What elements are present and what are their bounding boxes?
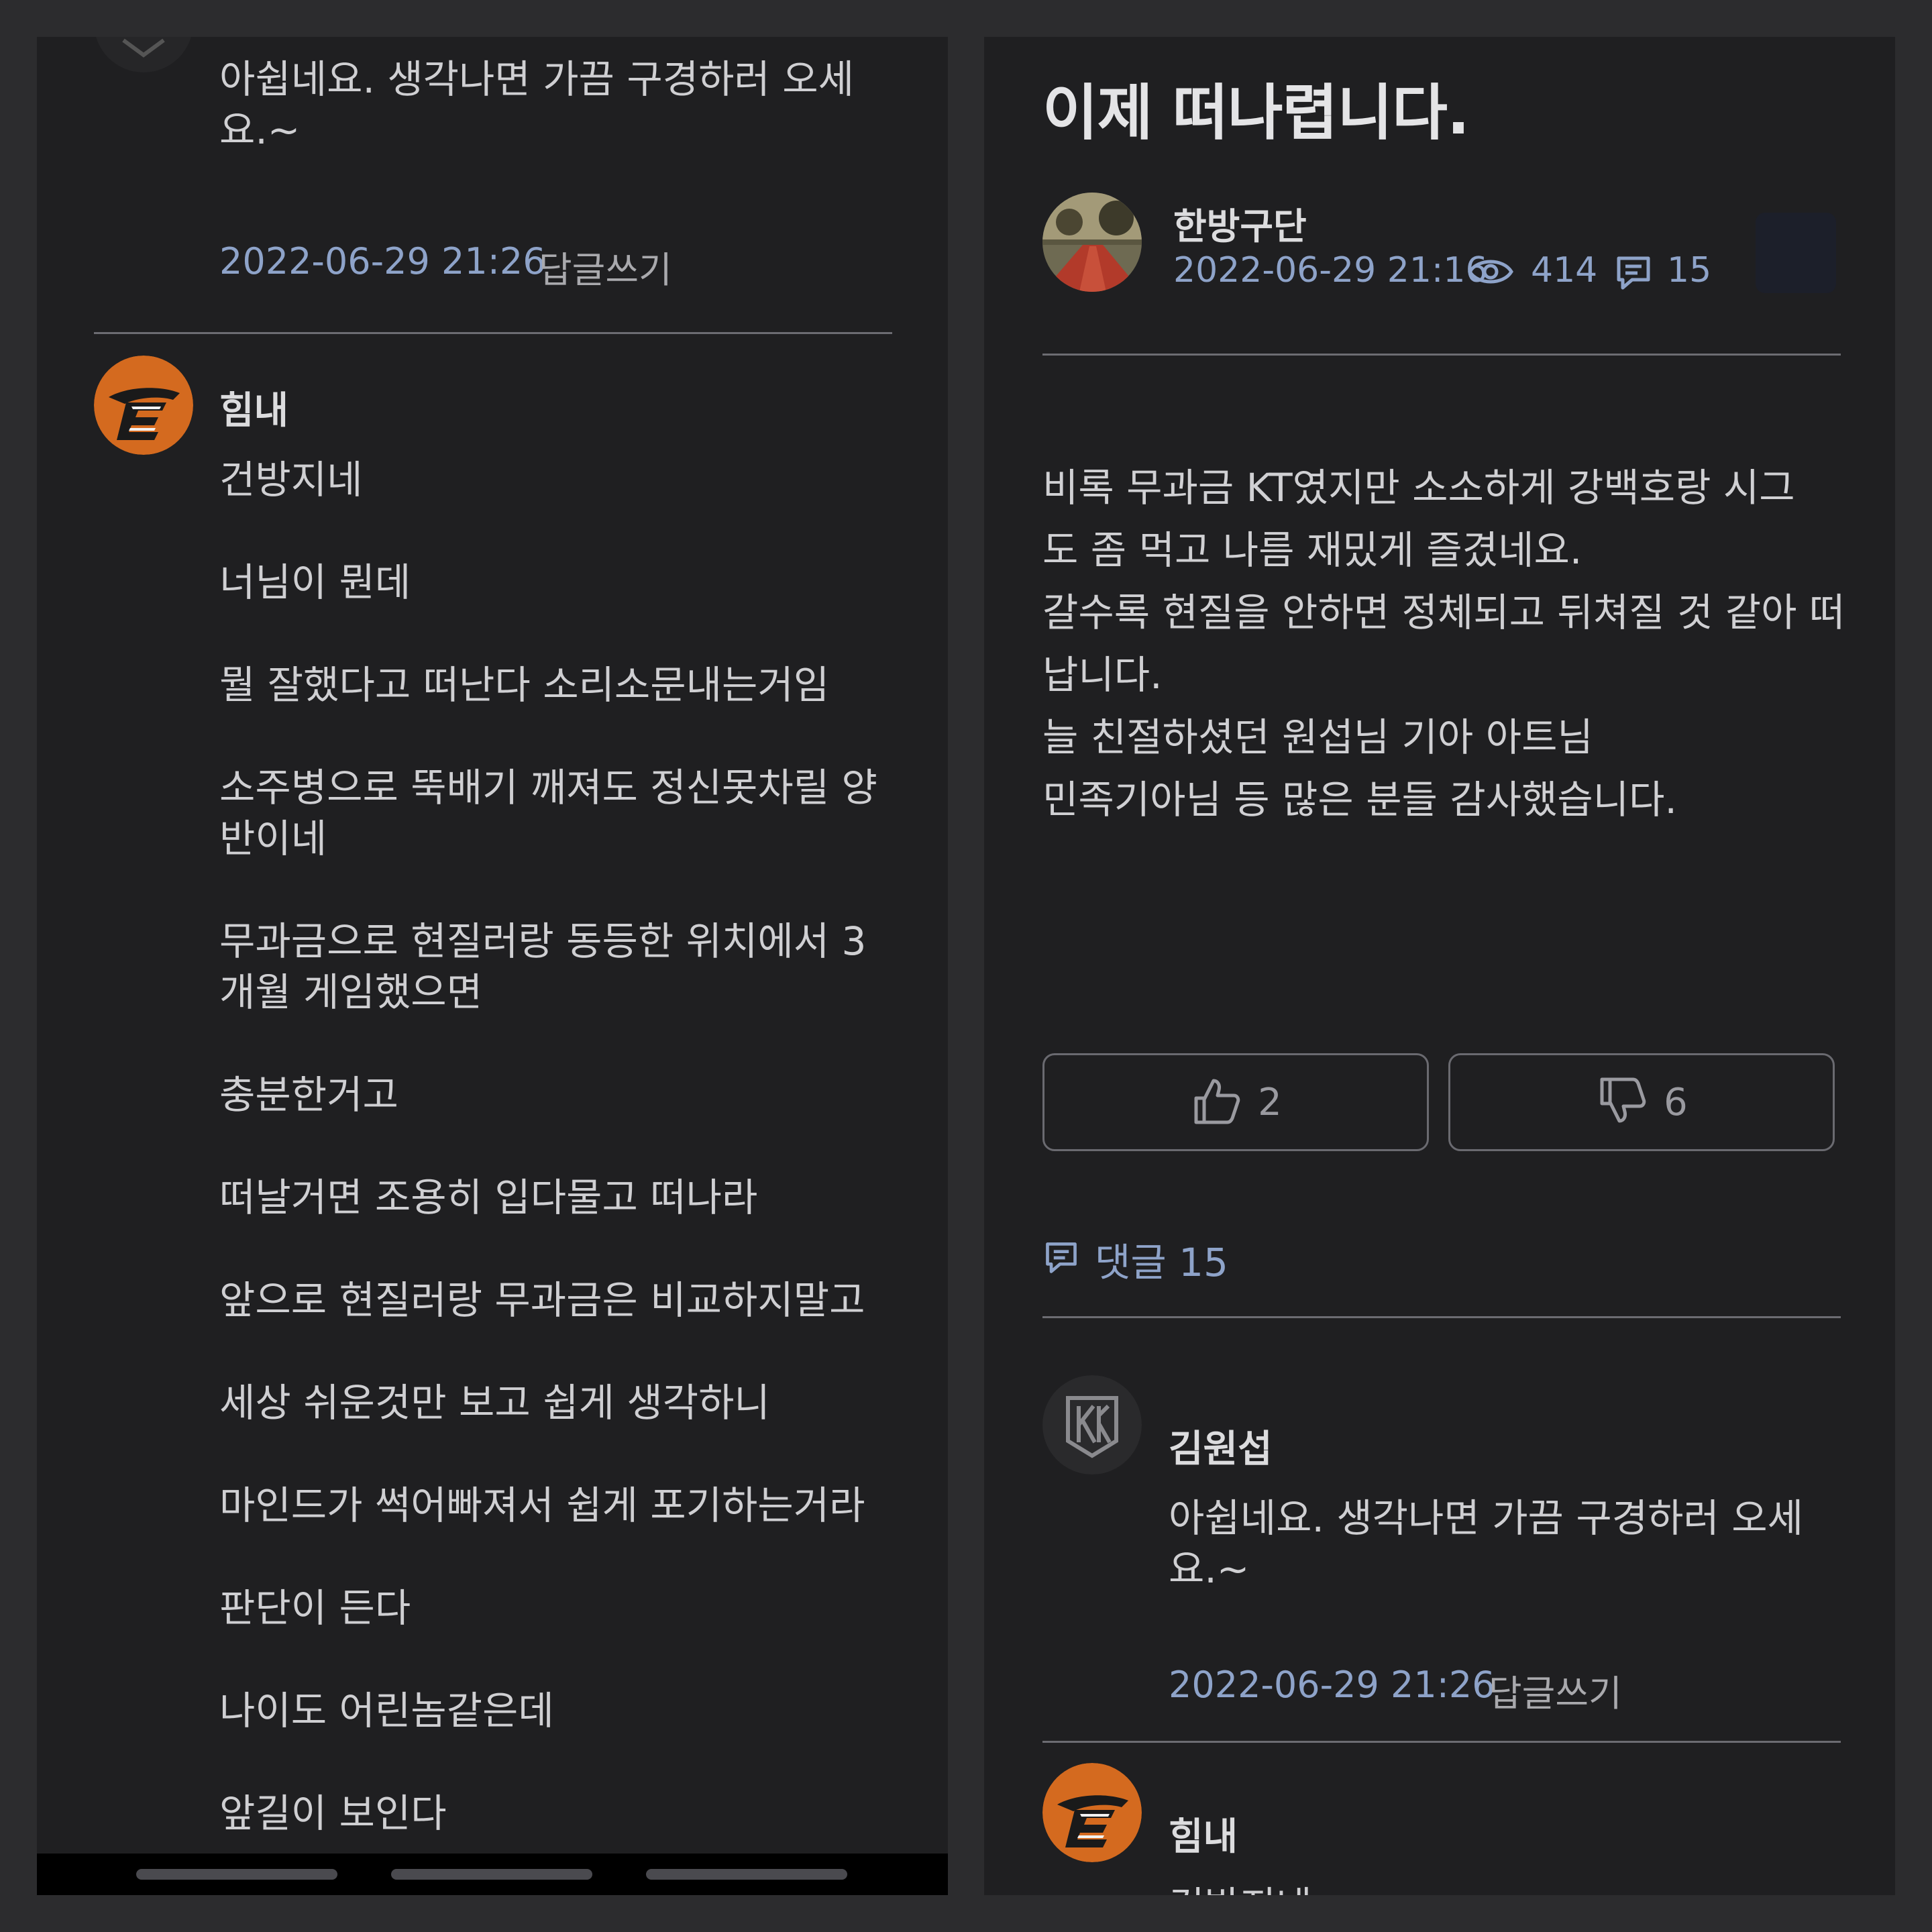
- comment-line: 판단이 든다: [219, 1585, 411, 1631]
- like-count: 2: [1258, 1080, 1282, 1124]
- more-button[interactable]: [1756, 213, 1836, 293]
- comments-header: 댓글 15: [1042, 1231, 1228, 1287]
- view-count: 414: [1531, 250, 1598, 290]
- reply-button[interactable]: 답글쓰기: [539, 240, 672, 293]
- nav-pill[interactable]: [646, 1869, 847, 1880]
- thumbs-up-icon: [1189, 1074, 1243, 1130]
- comment-author[interactable]: 힘내: [1169, 1807, 1238, 1861]
- post-author[interactable]: 한방구단: [1173, 197, 1307, 250]
- eagles-logo-icon[interactable]: [1042, 1763, 1142, 1862]
- comment-count: 15: [1667, 250, 1712, 290]
- eye-icon: [1467, 252, 1514, 294]
- comment-date: 2022-06-29 21:26: [219, 240, 546, 282]
- comment-text: 건방지네: [1169, 1880, 1311, 1895]
- comment-line: 무과금으로 현질러랑 동등한 위치에서 3: [219, 918, 867, 964]
- eagles-logo-icon[interactable]: [94, 356, 193, 455]
- comment-line: 앞길이 보인다: [219, 1790, 447, 1836]
- comment-divider: [94, 332, 892, 334]
- left-panel: 아쉽네요. 생각나면 가끔 구경하러 오세 요.~ 2022-06-29 21:…: [37, 37, 948, 1895]
- navigation-bar: [37, 1854, 948, 1895]
- post-body-line: 민족기아님 등 많은 분들 감사했습니다.: [1042, 777, 1677, 822]
- comment-text-line1: 아쉽네요. 생각나면 가끔 구경하러 오세: [1169, 1495, 1803, 1541]
- reply-button[interactable]: 답글쓰기: [1489, 1664, 1622, 1717]
- comment-line: 앞으로 현질러랑 무과금은 비교하지말고: [219, 1277, 865, 1323]
- author-avatar[interactable]: [1042, 193, 1142, 292]
- comments-label: 댓글 15: [1095, 1240, 1228, 1285]
- comment-line: 충분한거고: [219, 1072, 398, 1118]
- comment-divider: [1042, 1741, 1841, 1743]
- nav-pill[interactable]: [136, 1869, 337, 1880]
- post-body-line: 도 좀 먹고 나름 재밌게 즐겼네요.: [1042, 527, 1582, 573]
- comment-author[interactable]: 힘내: [219, 380, 288, 435]
- comment-line: 뭘 잘했다고 떠난다 소리소문내는거임: [219, 662, 830, 708]
- comment-text-line2: 요.~: [1169, 1546, 1250, 1592]
- post-title: 이제 떠나렵니다.: [1042, 78, 1470, 148]
- comment-line: 나이도 어린놈같은데: [219, 1688, 554, 1733]
- post-date: 2022-06-29 21:16: [1173, 250, 1488, 290]
- comment-line: 개월 게임했으면: [219, 969, 482, 1015]
- comment-icon: [1613, 253, 1654, 296]
- thumbs-down-icon: [1595, 1074, 1649, 1130]
- comment-date: 2022-06-29 21:26: [1169, 1664, 1495, 1706]
- right-panel: 이제 떠나렵니다. 한방구단 2022-06-29 21:16 414 15 비…: [984, 37, 1895, 1895]
- kiwoom-logo-icon[interactable]: [1042, 1375, 1142, 1474]
- post-divider: [1042, 354, 1841, 356]
- comment-line: 마인드가 썩어빠져서 쉽게 포기하는거라: [219, 1483, 865, 1528]
- comment-line: 건방지네: [219, 457, 363, 502]
- comment-text-line2: 요.~: [219, 107, 301, 153]
- post-body-line: 납니다.: [1042, 652, 1163, 698]
- comment-line: 세상 쉬운것만 보고 쉽게 생각하니: [219, 1380, 770, 1426]
- comment-line: 반이네: [219, 816, 327, 861]
- comment-text-line1: 아쉽네요. 생각나면 가끔 구경하러 오세: [219, 56, 854, 102]
- comment-line: 떠날거면 조용히 입다물고 떠나라: [219, 1175, 758, 1220]
- comment-line: 너님이 뭔데: [219, 559, 411, 605]
- comment-author[interactable]: 김원섭: [1169, 1419, 1273, 1473]
- post-body-line: 늘 친절하셨던 원섭님 기아 아트님: [1042, 714, 1593, 760]
- comment-icon: [1042, 1239, 1080, 1279]
- dislike-count: 6: [1664, 1080, 1688, 1124]
- post-body-line: 비록 무과금 KT였지만 소소하게 강백호랑 시그: [1042, 465, 1795, 511]
- nav-pill[interactable]: [391, 1869, 592, 1880]
- comment-line: 소주병으로 뚝배기 깨져도 정신못차릴 양: [219, 765, 877, 810]
- dislike-button[interactable]: 6: [1448, 1053, 1835, 1151]
- comments-divider: [1042, 1316, 1841, 1318]
- post-body-line: 갈수록 현질을 안하면 정체되고 뒤쳐질 것 같아 떠: [1042, 590, 1845, 635]
- like-button[interactable]: 2: [1042, 1053, 1429, 1151]
- commenter-avatar-partial: [94, 37, 193, 72]
